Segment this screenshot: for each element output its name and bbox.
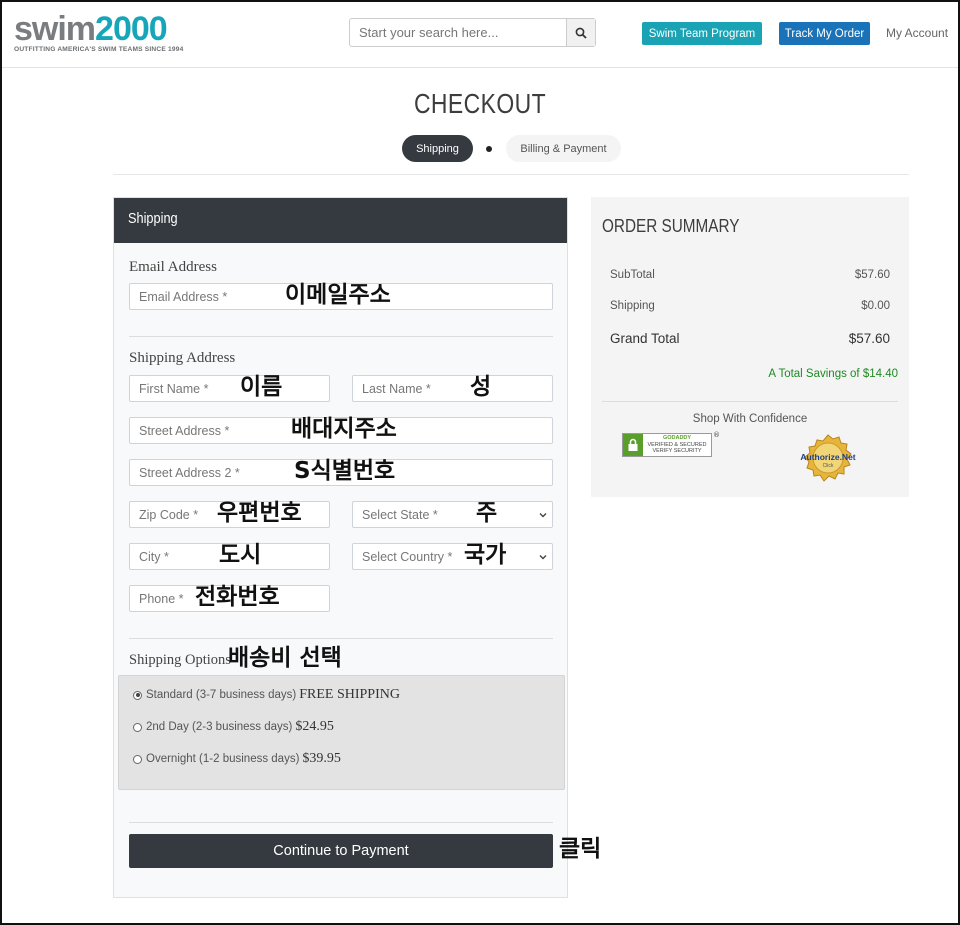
page-title: CHECKOUT [413,88,547,119]
state-select[interactable]: Select State * [352,501,553,528]
annotation-shipping-options: 배송비 선택 [228,645,342,671]
shipping-options-section-title: Shipping Options [129,652,231,668]
shipping-address-section-title: Shipping Address [129,350,236,366]
annotation-zip: 우편번호 [217,500,302,526]
divider [129,822,553,823]
panel-header: Shipping [114,198,567,243]
shipping-option-overnight[interactable]: Overnight (1-2 business days) $39.95 [133,751,341,767]
email-section-title: Email Address [129,259,217,275]
order-summary-panel: ORDER SUMMARY SubTotal $57.60 Shipping $0.… [591,197,909,497]
shipping-option-2nd-day[interactable]: 2nd Day (2-3 business days) $24.95 [133,719,334,735]
shipping-label: Shipping [610,300,655,312]
annotation-email: 이메일주소 [285,282,391,308]
annotation-phone: 전화번호 [195,584,280,610]
subtotal-row: SubTotal $57.60 [610,269,890,281]
chevron-down-icon [539,554,547,559]
first-name-field[interactable] [129,375,330,402]
step-shipping[interactable]: Shipping [402,135,473,162]
order-summary-title: ORDER SUMMARY [602,216,740,236]
shipping-row: Shipping $0.00 [610,300,890,312]
logo-tagline: OUTFITTING AMERICA'S SWIM TEAMS SINCE 19… [14,46,184,53]
state-select-value: Select State * [362,507,438,522]
swim2000-logo[interactable]: swim2000 OUTFITTING AMERICA'S SWIM TEAMS… [14,12,184,54]
option-label: Standard (3-7 business days) [146,689,297,701]
grand-total-label: Grand Total [610,331,680,346]
shipping-option-standard[interactable]: Standard (3-7 business days) FREE SHIPPIN… [133,687,400,703]
subtotal-value: $57.60 [854,269,890,281]
radio-icon[interactable] [133,754,142,764]
radio-icon[interactable] [133,722,142,732]
grand-total-row: Grand Total $57.60 [610,331,890,346]
last-name-field[interactable] [352,375,553,402]
last-name-input[interactable] [362,381,543,396]
search-input[interactable] [350,19,566,46]
search-bar [349,18,596,47]
option-price: FREE SHIPPING [299,687,400,702]
first-name-input[interactable] [139,381,320,396]
annotation-street2: S식별번호 [294,458,396,484]
authorize-net-text: Authorize.Net [800,452,855,462]
continue-to-payment-button[interactable]: Continue to Payment [129,834,553,868]
radio-selected-icon[interactable] [133,690,142,700]
country-select[interactable]: Select Country * [352,543,553,570]
shop-with-confidence-label: Shop With Confidence [692,413,808,425]
logo-word: swim [14,10,96,48]
annotation-last-name: 성 [470,374,492,400]
option-label: 2nd Day (2-3 business days) [146,721,293,733]
subtotal-label: SubTotal [610,269,655,281]
search-icon [575,27,587,39]
country-select-value: Select Country * [362,549,453,564]
panel-title: Shipping [128,210,178,227]
divider [602,401,898,402]
grand-total-value: $57.60 [848,331,890,346]
chevron-down-icon [539,512,547,517]
logo-number: 2000 [95,10,168,48]
divider [129,638,553,639]
step-separator-dot [486,146,492,152]
option-label: Overnight (1-2 business days) [146,753,300,765]
authorize-net-click-text: Click [823,463,834,469]
annotation-click: 클릭 [559,836,602,862]
authorize-net-seal-icon[interactable]: Authorize.Net Click [798,434,858,486]
annotation-state: 주 [476,500,498,526]
shipping-value: $0.00 [861,300,890,312]
annotation-first-name: 이름 [240,374,283,400]
savings-text: A Total Savings of $14.40 [768,368,898,380]
option-price: $24.95 [295,719,334,734]
godaddy-verify-text: VERIFY SECURITY [652,448,702,455]
annotation-city: 도시 [219,542,262,568]
swim-team-program-button[interactable]: Swim Team Program [642,22,762,45]
lock-icon [623,434,643,456]
shipping-options-box: Standard (3-7 business days) FREE SHIPPIN… [118,675,565,790]
annotation-country: 국가 [464,542,507,568]
godaddy-verified-badge[interactable]: GODADDY VERIFIED & SECURED VERIFY SECURI… [622,433,712,457]
annotation-street: 배대지주소 [291,416,397,442]
step-billing-payment[interactable]: Billing & Payment [506,135,621,162]
registered-mark: ® [713,431,720,439]
site-header: swim2000 OUTFITTING AMERICA'S SWIM TEAMS… [2,2,958,68]
search-button[interactable] [566,19,595,46]
option-price: $39.95 [302,751,341,766]
divider [129,336,553,337]
my-account-link[interactable]: My Account [886,26,948,40]
track-my-order-button[interactable]: Track My Order [779,22,870,45]
divider [113,174,909,175]
